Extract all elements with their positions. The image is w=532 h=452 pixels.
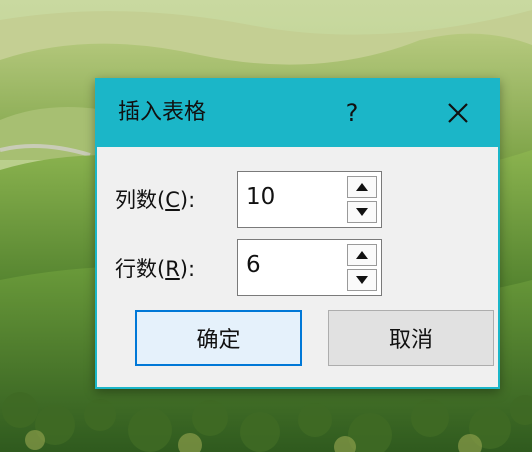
ok-label: 确定 bbox=[196, 328, 241, 353]
help-button[interactable]: ? bbox=[327, 90, 377, 136]
dialog-titlebar[interactable]: 插入表格 ? bbox=[97, 80, 498, 147]
cancel-button[interactable]: 取消 bbox=[328, 310, 494, 366]
triangle-up-icon bbox=[356, 251, 368, 259]
triangle-up-icon bbox=[356, 183, 368, 191]
close-button[interactable] bbox=[432, 90, 484, 136]
rows-label: 行数(R): bbox=[115, 257, 196, 281]
columns-decrement-button[interactable] bbox=[347, 201, 377, 223]
columns-input[interactable]: 10 bbox=[246, 184, 275, 210]
insert-table-dialog: 插入表格 ? 列数(C): 10 行数(R): 6 确定 取消 bbox=[95, 78, 500, 389]
columns-number-field[interactable]: 10 bbox=[237, 171, 382, 228]
triangle-down-icon bbox=[356, 208, 368, 216]
cancel-label: 取消 bbox=[388, 328, 433, 353]
columns-mnemonic: C bbox=[165, 188, 180, 212]
rows-decrement-button[interactable] bbox=[347, 269, 377, 291]
ok-button[interactable]: 确定 bbox=[135, 310, 302, 366]
triangle-down-icon bbox=[356, 276, 368, 284]
columns-label: 列数(C): bbox=[115, 188, 196, 212]
help-label: ? bbox=[345, 99, 359, 127]
rows-number-field[interactable]: 6 bbox=[237, 239, 382, 296]
columns-increment-button[interactable] bbox=[347, 176, 377, 198]
rows-mnemonic: R bbox=[165, 257, 180, 281]
close-icon bbox=[448, 103, 468, 123]
rows-input[interactable]: 6 bbox=[246, 252, 261, 278]
rows-increment-button[interactable] bbox=[347, 244, 377, 266]
dialog-title: 插入表格 bbox=[118, 100, 207, 125]
